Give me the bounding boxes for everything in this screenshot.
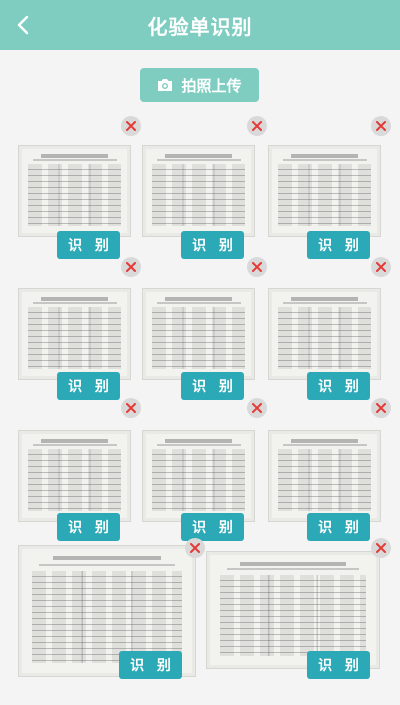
photo-upload-button[interactable]: 拍照上传 (140, 68, 259, 102)
delete-button[interactable] (121, 116, 141, 136)
close-icon (376, 403, 386, 413)
recognize-button[interactable]: 识 别 (181, 231, 244, 259)
recognize-button[interactable]: 识 别 (57, 231, 120, 259)
lab-report-image[interactable] (268, 430, 381, 522)
recognize-button[interactable]: 识 别 (181, 513, 244, 541)
back-button[interactable] (12, 13, 36, 37)
app-header: 化验单识别 (0, 0, 400, 50)
recognize-button[interactable]: 识 别 (307, 372, 370, 400)
close-icon (190, 543, 200, 553)
recognize-button[interactable]: 识 别 (181, 372, 244, 400)
close-icon (376, 262, 386, 272)
lab-report-image[interactable] (142, 430, 255, 522)
close-icon (126, 403, 136, 413)
chevron-left-icon (17, 15, 29, 35)
close-icon (376, 543, 386, 553)
recognize-button[interactable]: 识 别 (57, 513, 120, 541)
lab-report-image[interactable] (142, 145, 255, 237)
recognize-button[interactable]: 识 别 (57, 372, 120, 400)
delete-button[interactable] (371, 398, 391, 418)
delete-button[interactable] (247, 257, 267, 277)
delete-button[interactable] (247, 398, 267, 418)
recognize-button[interactable]: 识 别 (307, 651, 370, 679)
delete-button[interactable] (371, 257, 391, 277)
lab-report-image[interactable] (142, 288, 255, 380)
page-title: 化验单识别 (147, 14, 253, 39)
camera-icon (158, 79, 173, 91)
delete-button[interactable] (247, 116, 267, 136)
close-icon (252, 262, 262, 272)
close-icon (252, 121, 262, 131)
upload-label: 拍照上传 (181, 76, 242, 95)
lab-report-image[interactable] (18, 430, 131, 522)
close-icon (126, 262, 136, 272)
close-icon (376, 121, 386, 131)
delete-button[interactable] (121, 257, 141, 277)
lab-report-image[interactable] (268, 145, 381, 237)
recognize-button[interactable]: 识 别 (307, 231, 370, 259)
close-icon (252, 403, 262, 413)
lab-report-image[interactable] (268, 288, 381, 380)
recognize-button[interactable]: 识 别 (307, 513, 370, 541)
delete-button[interactable] (185, 538, 205, 558)
delete-button[interactable] (371, 538, 391, 558)
close-icon (126, 121, 136, 131)
recognize-button[interactable]: 识 别 (119, 651, 182, 679)
lab-report-image[interactable] (18, 145, 131, 237)
delete-button[interactable] (121, 398, 141, 418)
lab-report-image[interactable] (18, 288, 131, 380)
delete-button[interactable] (371, 116, 391, 136)
